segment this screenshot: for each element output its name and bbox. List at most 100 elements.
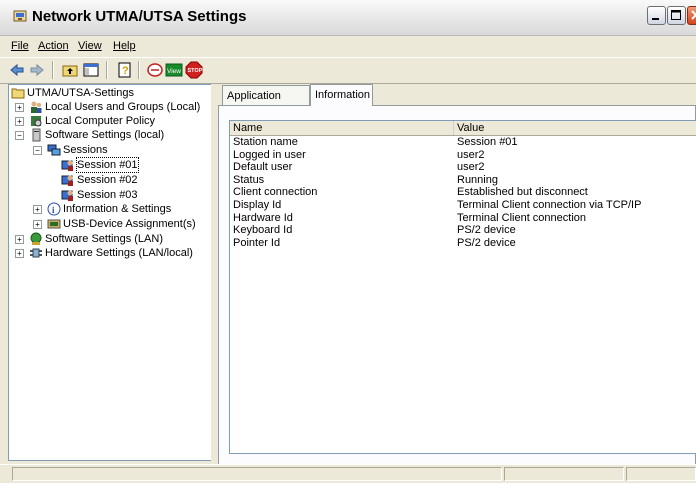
tree-label: Information & Settings xyxy=(63,203,172,215)
window-title: Network UTMA/UTSA Settings xyxy=(32,8,247,25)
cell-name: Status xyxy=(233,173,265,186)
session-user-icon xyxy=(61,188,75,202)
tree-label: UTMA/UTSA-Settings xyxy=(27,87,134,99)
session-user-icon xyxy=(61,158,75,172)
cell-name: Display Id xyxy=(233,199,282,211)
toolbar-separator xyxy=(106,61,108,79)
expand-plus-icon[interactable]: + xyxy=(15,249,24,258)
usb-device-icon xyxy=(47,217,61,231)
table-row[interactable]: Pointer Id PS/2 device xyxy=(230,237,696,250)
tree-label: Local Users and Groups (Local) xyxy=(45,101,201,113)
table-row[interactable]: Default user user2 xyxy=(230,161,696,174)
minimize-button[interactable] xyxy=(647,6,666,25)
cell-name: Keyboard Id xyxy=(233,224,293,237)
cell-name: Hardware Id xyxy=(233,211,293,224)
table-row[interactable]: Hardware Id Terminal Client connection xyxy=(230,212,696,225)
menu-file[interactable]: File xyxy=(11,40,29,52)
info-icon: i xyxy=(47,202,61,216)
network-globe-icon xyxy=(29,232,43,246)
cell-name: Client connection xyxy=(233,186,318,199)
menu-bar: File Action View Help xyxy=(0,36,696,57)
expand-plus-icon[interactable]: + xyxy=(15,117,24,126)
status-panel-main xyxy=(12,467,502,481)
tree-label: Sessions xyxy=(63,144,108,156)
connect-icon[interactable] xyxy=(146,61,164,79)
cell-value: Terminal Client connection xyxy=(457,211,587,224)
information-panel: Name Value Station name Session #01 Logged… xyxy=(218,105,696,465)
table-row[interactable]: Client connection Established but disconn… xyxy=(230,186,696,199)
collapse-minus-icon[interactable]: − xyxy=(33,146,42,155)
column-header-value[interactable]: Value xyxy=(454,121,696,135)
forward-arrow-icon[interactable] xyxy=(28,61,46,79)
list-header: Name Value xyxy=(230,121,696,136)
cell-name: Logged in user xyxy=(233,148,306,161)
column-header-name[interactable]: Name xyxy=(230,121,454,135)
tree-label: Local Computer Policy xyxy=(45,115,156,127)
title-bar[interactable]: Network UTMA/UTSA Settings xyxy=(0,0,696,36)
menu-help[interactable]: Help xyxy=(113,40,136,52)
tree-label: Software Settings (local) xyxy=(45,129,165,141)
app-window: Network UTMA/UTSA Settings File Action V… xyxy=(0,0,696,483)
close-icon xyxy=(691,10,696,20)
cell-value: Established but disconnect xyxy=(457,186,588,199)
cell-value: user2 xyxy=(457,161,485,174)
cell-name: Default user xyxy=(233,161,293,174)
folder-icon xyxy=(11,86,25,100)
expand-plus-icon[interactable]: + xyxy=(33,220,42,229)
status-panel-secondary xyxy=(504,467,624,481)
cell-name: Pointer Id xyxy=(233,236,281,249)
properties-icon[interactable]: ? xyxy=(116,61,134,79)
show-hide-tree-icon[interactable] xyxy=(82,61,100,79)
users-icon xyxy=(29,100,43,114)
toolbar-separator xyxy=(52,61,54,79)
svg-text:STOP: STOP xyxy=(188,68,203,74)
expand-plus-icon[interactable]: + xyxy=(33,205,42,214)
tree-label: Hardware Settings (LAN/local) xyxy=(45,247,193,259)
maximize-icon xyxy=(671,10,681,20)
toolbar: ? View STOP xyxy=(0,57,696,84)
menu-view[interactable]: View xyxy=(78,40,102,52)
expand-plus-icon[interactable]: + xyxy=(15,235,24,244)
tree-label: USB-Device Assignment(s) xyxy=(63,218,196,230)
tree-label: Session #02 xyxy=(77,174,138,186)
cell-value: PS/2 device xyxy=(457,224,516,237)
table-row[interactable]: Logged in user user2 xyxy=(230,149,696,162)
policy-icon xyxy=(29,114,43,128)
toolbar-separator xyxy=(138,61,140,79)
tree-label: Software Settings (LAN) xyxy=(45,233,163,245)
status-panel-tertiary xyxy=(626,467,696,481)
back-arrow-icon[interactable] xyxy=(8,61,26,79)
maximize-button[interactable] xyxy=(667,6,686,25)
info-list-view[interactable]: Name Value Station name Session #01 Logged… xyxy=(229,120,696,454)
network-cable-icon xyxy=(29,246,43,260)
close-button[interactable] xyxy=(687,6,696,25)
tree-pane[interactable]: UTMA/UTSA-Settings + Local Users and Gro… xyxy=(8,84,212,461)
minimize-icon xyxy=(652,18,659,20)
cell-value: Running xyxy=(457,173,498,186)
stop-icon[interactable]: STOP xyxy=(185,61,203,79)
cell-value: user2 xyxy=(457,148,485,161)
tab-application-loaded[interactable]: Application loaded xyxy=(222,85,310,122)
sessions-icon xyxy=(47,143,61,157)
up-folder-icon[interactable] xyxy=(61,61,79,79)
cell-value: Session #01 xyxy=(457,136,518,148)
cell-value: PS/2 device xyxy=(457,236,516,249)
svg-text:View: View xyxy=(167,68,181,75)
tab-information[interactable]: Information xyxy=(310,84,373,106)
details-pane: Application loaded Information Name Valu… xyxy=(216,84,696,465)
cell-name: Station name xyxy=(233,136,298,148)
expand-plus-icon[interactable]: + xyxy=(15,103,24,112)
table-row[interactable]: Status Running xyxy=(230,174,696,187)
svg-text:?: ? xyxy=(122,65,129,77)
table-row[interactable]: Display Id Terminal Client connection via… xyxy=(230,199,696,212)
status-bar xyxy=(0,464,696,483)
table-row[interactable]: Keyboard Id PS/2 device xyxy=(230,224,696,237)
table-row[interactable]: Station name Session #01 xyxy=(230,136,696,149)
session-user-icon xyxy=(61,173,75,187)
collapse-minus-icon[interactable]: − xyxy=(15,131,24,140)
cell-value: Terminal Client connection via TCP/IP xyxy=(457,199,642,211)
computer-tower-icon xyxy=(29,128,43,142)
app-icon xyxy=(12,8,28,24)
view-icon[interactable]: View xyxy=(165,61,183,79)
menu-action[interactable]: Action xyxy=(38,40,69,52)
